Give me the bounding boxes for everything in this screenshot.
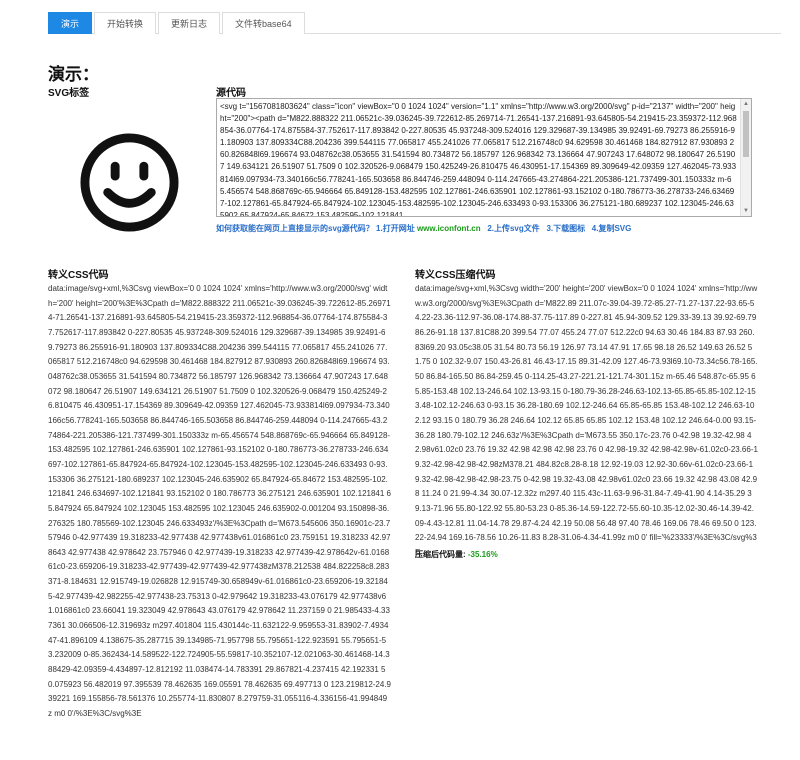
- help-steps: 如何获取能在网页上直接显示的svg源代码？ 1.打开网址 www.iconfon…: [216, 223, 631, 234]
- source-code-textarea[interactable]: <svg t="1567081803624" class="icon" view…: [216, 98, 752, 217]
- help-question: 如何获取能在网页上直接显示的svg源代码？: [216, 224, 374, 233]
- scroll-down-icon[interactable]: ▼: [741, 206, 751, 216]
- tab-demo[interactable]: 演示: [48, 12, 93, 34]
- css-escape-code: data:image/svg+xml,%3Csvg viewBox='0 0 1…: [48, 284, 391, 719]
- css-escape-title: 转义CSS代码: [48, 270, 109, 281]
- scroll-up-icon[interactable]: ▲: [741, 99, 751, 109]
- scroll-thumb[interactable]: [743, 111, 749, 157]
- help-step-copy: 4.复制SVG: [591, 224, 632, 233]
- tab-changelog[interactable]: 更新日志: [158, 12, 221, 34]
- compression-ratio: 压缩后代码量: -35.16%: [415, 549, 498, 560]
- page-title: 演示：: [48, 65, 99, 84]
- iconfont-link[interactable]: www.iconfont.cn: [417, 224, 481, 233]
- smiley-face-icon: [80, 133, 179, 232]
- source-code-label: 源代码: [216, 88, 246, 99]
- css-compressed-code: data:image/svg+xml,%3Csvg width='200' he…: [415, 284, 758, 557]
- help-step-upload: 2.上传svg文件: [487, 224, 540, 233]
- compression-label: 压缩后代码量:: [415, 550, 468, 559]
- tab-bar: 演示 开始转换 更新日志 文件转base64: [48, 12, 781, 34]
- help-step-open: 1.打开网址: [376, 224, 415, 233]
- svg-tag-label: SVG标签: [48, 88, 90, 99]
- css-compressed-title: 转义CSS压缩代码: [415, 270, 496, 281]
- tab-file-to-base64[interactable]: 文件转base64: [222, 12, 305, 34]
- tab-start-convert[interactable]: 开始转换: [94, 12, 157, 34]
- help-step-download: 3.下载图标: [546, 224, 586, 233]
- source-code-text: <svg t="1567081803624" class="icon" view…: [220, 102, 737, 217]
- compression-value: -35.16%: [467, 550, 498, 559]
- textarea-scrollbar[interactable]: ▲ ▼: [740, 99, 751, 216]
